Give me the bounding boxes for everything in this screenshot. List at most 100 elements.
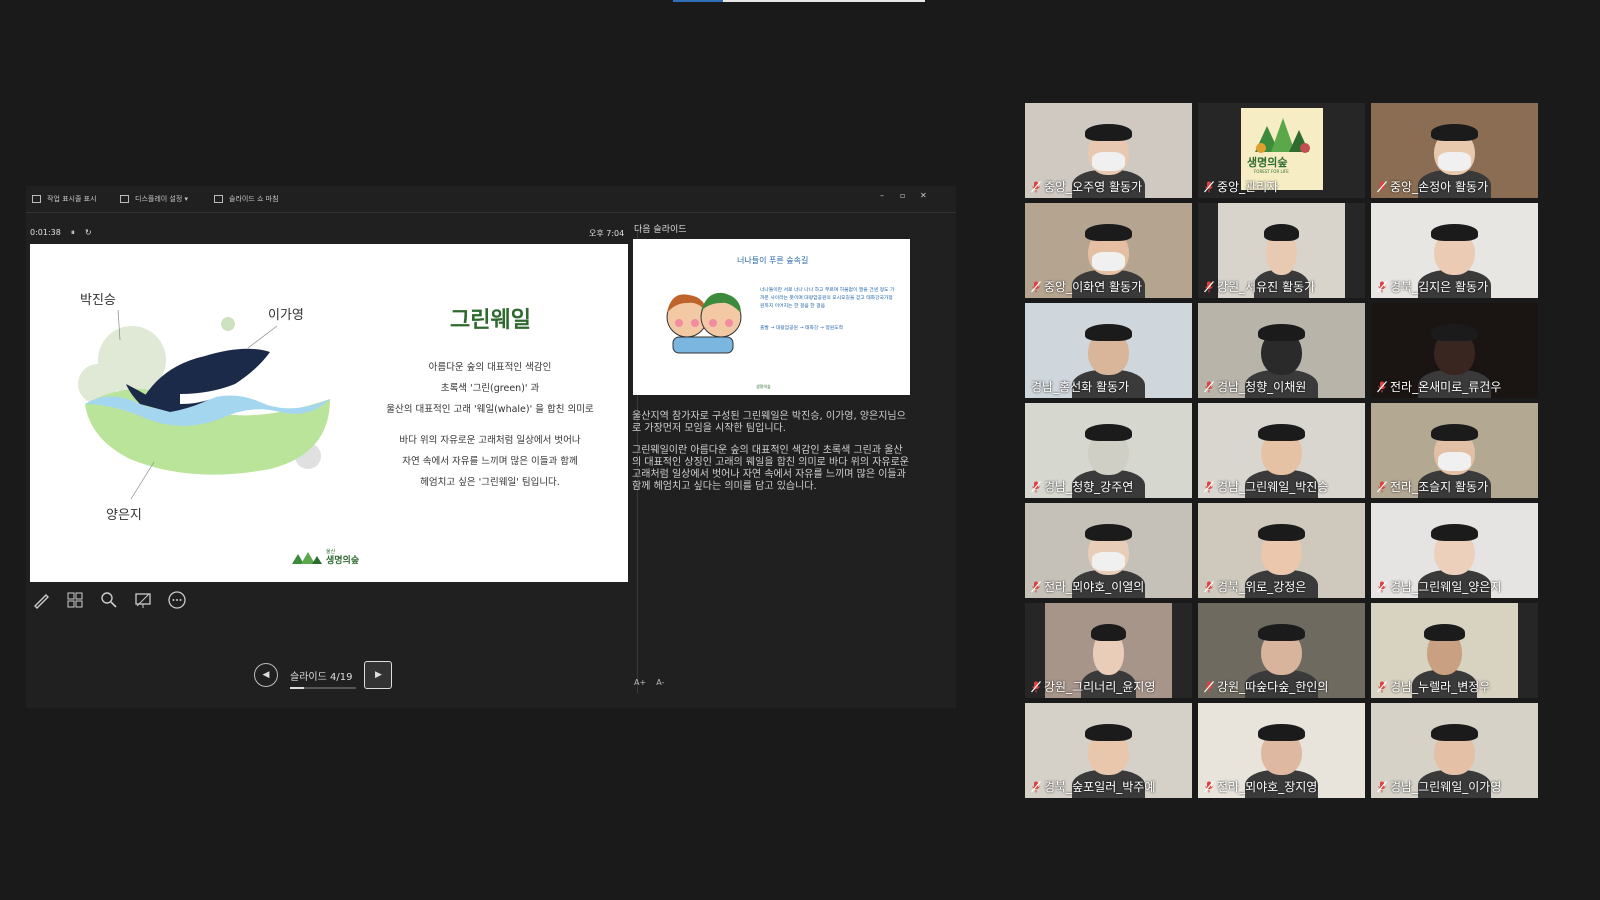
participant-tile[interactable]: 전라_조슬지 활동가 [1371,403,1538,498]
notes-font-controls: A+ A- [634,678,664,687]
muted-mic-icon [1204,580,1214,592]
elapsed-timer: 0:01:38 [30,228,61,237]
kids-illustration [666,292,742,354]
clock: 오후 7:04 [589,229,625,238]
participant-gallery: 중앙_오주영 활동가 생명의숲 FOREST FOR LIFE 중앙_관리자중앙_손정… [1025,103,1539,798]
participant-tile[interactable]: 중앙_손정아 활동가 [1371,103,1538,198]
participant-tile[interactable]: 중앙_이화연 활동가 [1025,203,1192,298]
next-slide-logo: 생명의숲 [756,384,771,389]
participant-tile[interactable]: 경남_그린웨일_이가영 [1371,703,1538,798]
end-show-icon [214,195,223,203]
forest-logo-icon [292,552,322,564]
taskbar-icon [32,195,41,203]
participant-tile[interactable]: 생명의숲 FOREST FOR LIFE 중앙_관리자 [1198,103,1365,198]
slide-navigation: ◀ 슬라이드 4/19 ▶ [254,661,393,689]
notes-paragraph: 그린웨일이란 아름다운 숲의 대표적인 색감인 초록색 그린과 울산의 대표적인… [632,445,910,492]
muted-mic-icon [1204,680,1214,692]
previous-slide-button[interactable]: ◀ [254,663,278,687]
muted-mic-icon [1204,280,1214,292]
participant-tile[interactable]: 전라_온새미로_류건우 [1371,303,1538,398]
participant-tile[interactable]: 경남_홍선화 활동가 [1025,303,1192,398]
participant-name: 전라_뫼야호_장지영 [1204,778,1317,795]
slide-name-3: 양은지 [106,508,142,523]
next-slide-header: 다음 슬라이드 [634,225,687,235]
participant-tile[interactable]: 경북_김지은 활동가 [1371,203,1538,298]
participant-name: 경남_홍선화 활동가 [1031,380,1130,394]
muted-mic-icon [1031,680,1041,692]
participant-name: 강원_따숲다숲_한인의 [1204,678,1328,695]
display-settings-button[interactable]: 디스플레이 설정 ▾ [120,194,188,204]
participant-tile[interactable]: 경남_누렐라_변정우 [1371,603,1538,698]
minimize-button[interactable]: – [880,191,884,200]
slide-title: 그린웨일 [450,308,531,333]
muted-mic-icon [1031,280,1041,292]
participant-tile[interactable]: 경남_그린웨일_양은지 [1371,503,1538,598]
participant-tile[interactable]: 강원_따숲다숲_한인의 [1198,603,1365,698]
zoom-button[interactable] [98,589,120,611]
participant-tile[interactable]: 전라_뫼야호_장지영 [1198,703,1365,798]
increase-font-button[interactable]: A+ [634,678,646,687]
participant-tile[interactable]: 경남_청향_강주연 [1025,403,1192,498]
muted-mic-icon [1377,480,1387,492]
muted-mic-icon [1377,580,1387,592]
timer-row: 0:01:38 ⏸ ↻ [30,228,92,238]
participant-tile[interactable]: 경남_그린웨일_박진승 [1198,403,1365,498]
see-all-slides-button[interactable] [64,589,86,611]
more-icon [168,591,186,609]
presenter-toolbar: 작업 표시줄 표시 디스플레이 설정 ▾ 슬라이드 쇼 마침 – ▫ ✕ [26,186,956,213]
participant-name: 경남_그린웨일_박진승 [1204,478,1328,495]
more-options-button[interactable] [166,589,188,611]
decrease-font-button[interactable]: A- [656,678,664,687]
current-slide: 박진승 이가영 양은지 그린웨일 아름다운 숲의 대표적인 색감인 초록색 '그… [30,244,628,582]
slide-name-1: 박진승 [80,293,116,308]
pause-button[interactable]: ⏸ [71,228,75,238]
muted-mic-icon [1031,780,1041,792]
participant-tile[interactable]: 중앙_오주영 활동가 [1025,103,1192,198]
participant-tile[interactable]: 경남_청향_이채원 [1198,303,1365,398]
next-slide-preview: 너나들이 푸른 숲속길 너나들이란 서로 너나 나나 하고 부르며 허물없이 말… [633,239,910,395]
slide-progress-bar [290,686,356,689]
screen-icon [135,593,151,608]
muted-mic-icon [1204,780,1214,792]
black-screen-button[interactable] [132,589,154,611]
muted-mic-icon [1377,280,1387,292]
participant-name: 중앙_오주영 활동가 [1031,178,1142,195]
end-show-button[interactable]: 슬라이드 쇼 마침 [214,194,279,204]
notes-paragraph: 울산지역 참가자로 구성된 그린웨일은 박진승, 이가영, 양은지님으로 가장먼… [632,411,906,434]
close-button[interactable]: ✕ [920,191,927,200]
participant-name: 전라_뫼야호_이열의 [1031,578,1144,595]
muted-mic-icon [1377,680,1387,692]
participant-tile[interactable]: 전라_뫼야호_이열의 [1025,503,1192,598]
muted-mic-icon [1377,180,1387,192]
participant-name: 경남_그린웨일_이가영 [1377,778,1501,795]
participant-name: 경북_숲포일러_박주예 [1031,778,1155,795]
muted-mic-icon [1031,180,1041,192]
speaker-notes[interactable]: 울산지역 참가자로 구성된 그린웨일은 박진승, 이가영, 양은지님으로 가장먼… [632,411,909,503]
participant-name: 경북_위로_강정은 [1204,578,1306,595]
participant-name: 중앙_관리자 [1204,178,1278,195]
participant-name: 중앙_이화연 활동가 [1031,278,1142,295]
muted-mic-icon [1031,580,1041,592]
slide-tools [30,589,188,611]
next-slide-button[interactable]: ▶ [364,661,393,689]
pen-tool-button[interactable] [30,589,52,611]
slide-body: 아름다운 숲의 대표적인 색감인 초록색 '그린(green)' 과 울산의 대… [386,362,594,488]
taskbar-button[interactable]: 작업 표시줄 표시 [32,194,97,204]
participant-name: 중앙_손정아 활동가 [1377,178,1488,195]
muted-mic-icon [1204,180,1214,192]
forest-logo-icon [1255,118,1310,153]
pen-icon [34,594,49,609]
grid-icon [67,592,83,608]
muted-mic-icon [1377,780,1387,792]
maximize-button[interactable]: ▫ [900,191,905,200]
presenter-view: 작업 표시줄 표시 디스플레이 설정 ▾ 슬라이드 쇼 마침 – ▫ ✕ 0:0… [26,186,956,708]
participant-tile[interactable]: 경북_숲포일러_박주예 [1025,703,1192,798]
participant-tile[interactable]: 강원_그리너리_윤지영 [1025,603,1192,698]
participant-name: 강원_서유진 활동가 [1204,278,1315,295]
reset-timer-button[interactable]: ↻ [85,228,92,238]
participant-tile[interactable]: 경북_위로_강정은 [1198,503,1365,598]
participant-tile[interactable]: 강원_서유진 활동가 [1198,203,1365,298]
display-icon [120,195,129,203]
next-slide-text: 너나들이란 서로 너나 나나 하고 부르며 허물없이 말을 건넨 정도 가까운 … [760,288,895,331]
muted-mic-icon [1204,480,1214,492]
